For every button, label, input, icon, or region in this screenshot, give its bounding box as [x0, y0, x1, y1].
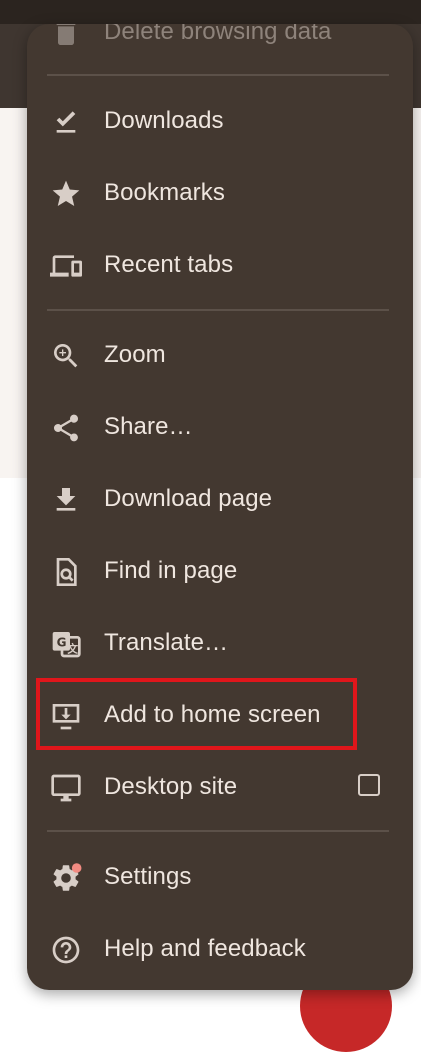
help-icon — [49, 933, 83, 967]
devices-icon — [49, 249, 83, 283]
menu-item-label: Zoom — [104, 341, 166, 368]
menu-item-settings[interactable]: Settings — [27, 841, 413, 913]
svg-text:G: G — [57, 636, 67, 650]
zoom-in-icon — [49, 339, 83, 373]
menu-item-label: Find in page — [104, 557, 238, 584]
menu-item-label: Settings — [104, 863, 192, 890]
download-done-icon — [49, 105, 83, 139]
menu-item-label: Bookmarks — [104, 179, 225, 206]
svg-text:文: 文 — [66, 643, 78, 656]
menu-item-share[interactable]: Share… — [27, 391, 413, 463]
menu-divider — [47, 74, 389, 76]
delete-icon — [49, 24, 83, 50]
menu-item-label: Downloads — [104, 107, 224, 134]
menu-item-zoom[interactable]: Zoom — [27, 319, 413, 391]
menu-item-recent-tabs[interactable]: Recent tabs — [27, 229, 413, 301]
desktop-site-checkbox[interactable] — [358, 774, 380, 796]
add-to-home-screen-icon — [49, 699, 83, 733]
menu-divider — [47, 309, 389, 311]
menu-item-label: Recent tabs — [104, 251, 234, 278]
menu-item-label: Share… — [104, 413, 193, 440]
menu-item-delete-browsing-data[interactable]: Delete browsing data — [27, 24, 413, 68]
desktop-icon — [49, 771, 83, 805]
menu-item-label: Delete browsing data — [104, 24, 332, 45]
menu-item-bookmarks[interactable]: Bookmarks — [27, 157, 413, 229]
translate-icon: G文 — [49, 627, 83, 661]
status-bar — [0, 0, 421, 24]
menu-item-help-and-feedback[interactable]: Help and feedback — [27, 913, 413, 985]
menu-item-label: Add to home screen — [104, 701, 321, 728]
menu-item-desktop-site[interactable]: Desktop site — [27, 751, 413, 823]
menu-item-translate[interactable]: G文 Translate… — [27, 607, 413, 679]
menu-item-find-in-page[interactable]: Find in page — [27, 535, 413, 607]
share-icon — [49, 411, 83, 445]
download-icon — [49, 483, 83, 517]
menu-divider — [47, 830, 389, 832]
settings-icon — [49, 861, 83, 895]
menu-item-add-to-home-screen[interactable]: Add to home screen — [27, 679, 413, 751]
menu-item-label: Download page — [104, 485, 273, 512]
menu-item-label: Translate… — [104, 629, 229, 656]
menu-item-label: Help and feedback — [104, 935, 306, 962]
overflow-menu: Delete browsing data Downloads Bookmarks… — [27, 24, 413, 990]
menu-item-label: Desktop site — [104, 773, 238, 800]
menu-item-download-page[interactable]: Download page — [27, 463, 413, 535]
find-in-page-icon — [49, 555, 83, 589]
menu-item-downloads[interactable]: Downloads — [27, 85, 413, 157]
star-icon — [49, 177, 83, 211]
